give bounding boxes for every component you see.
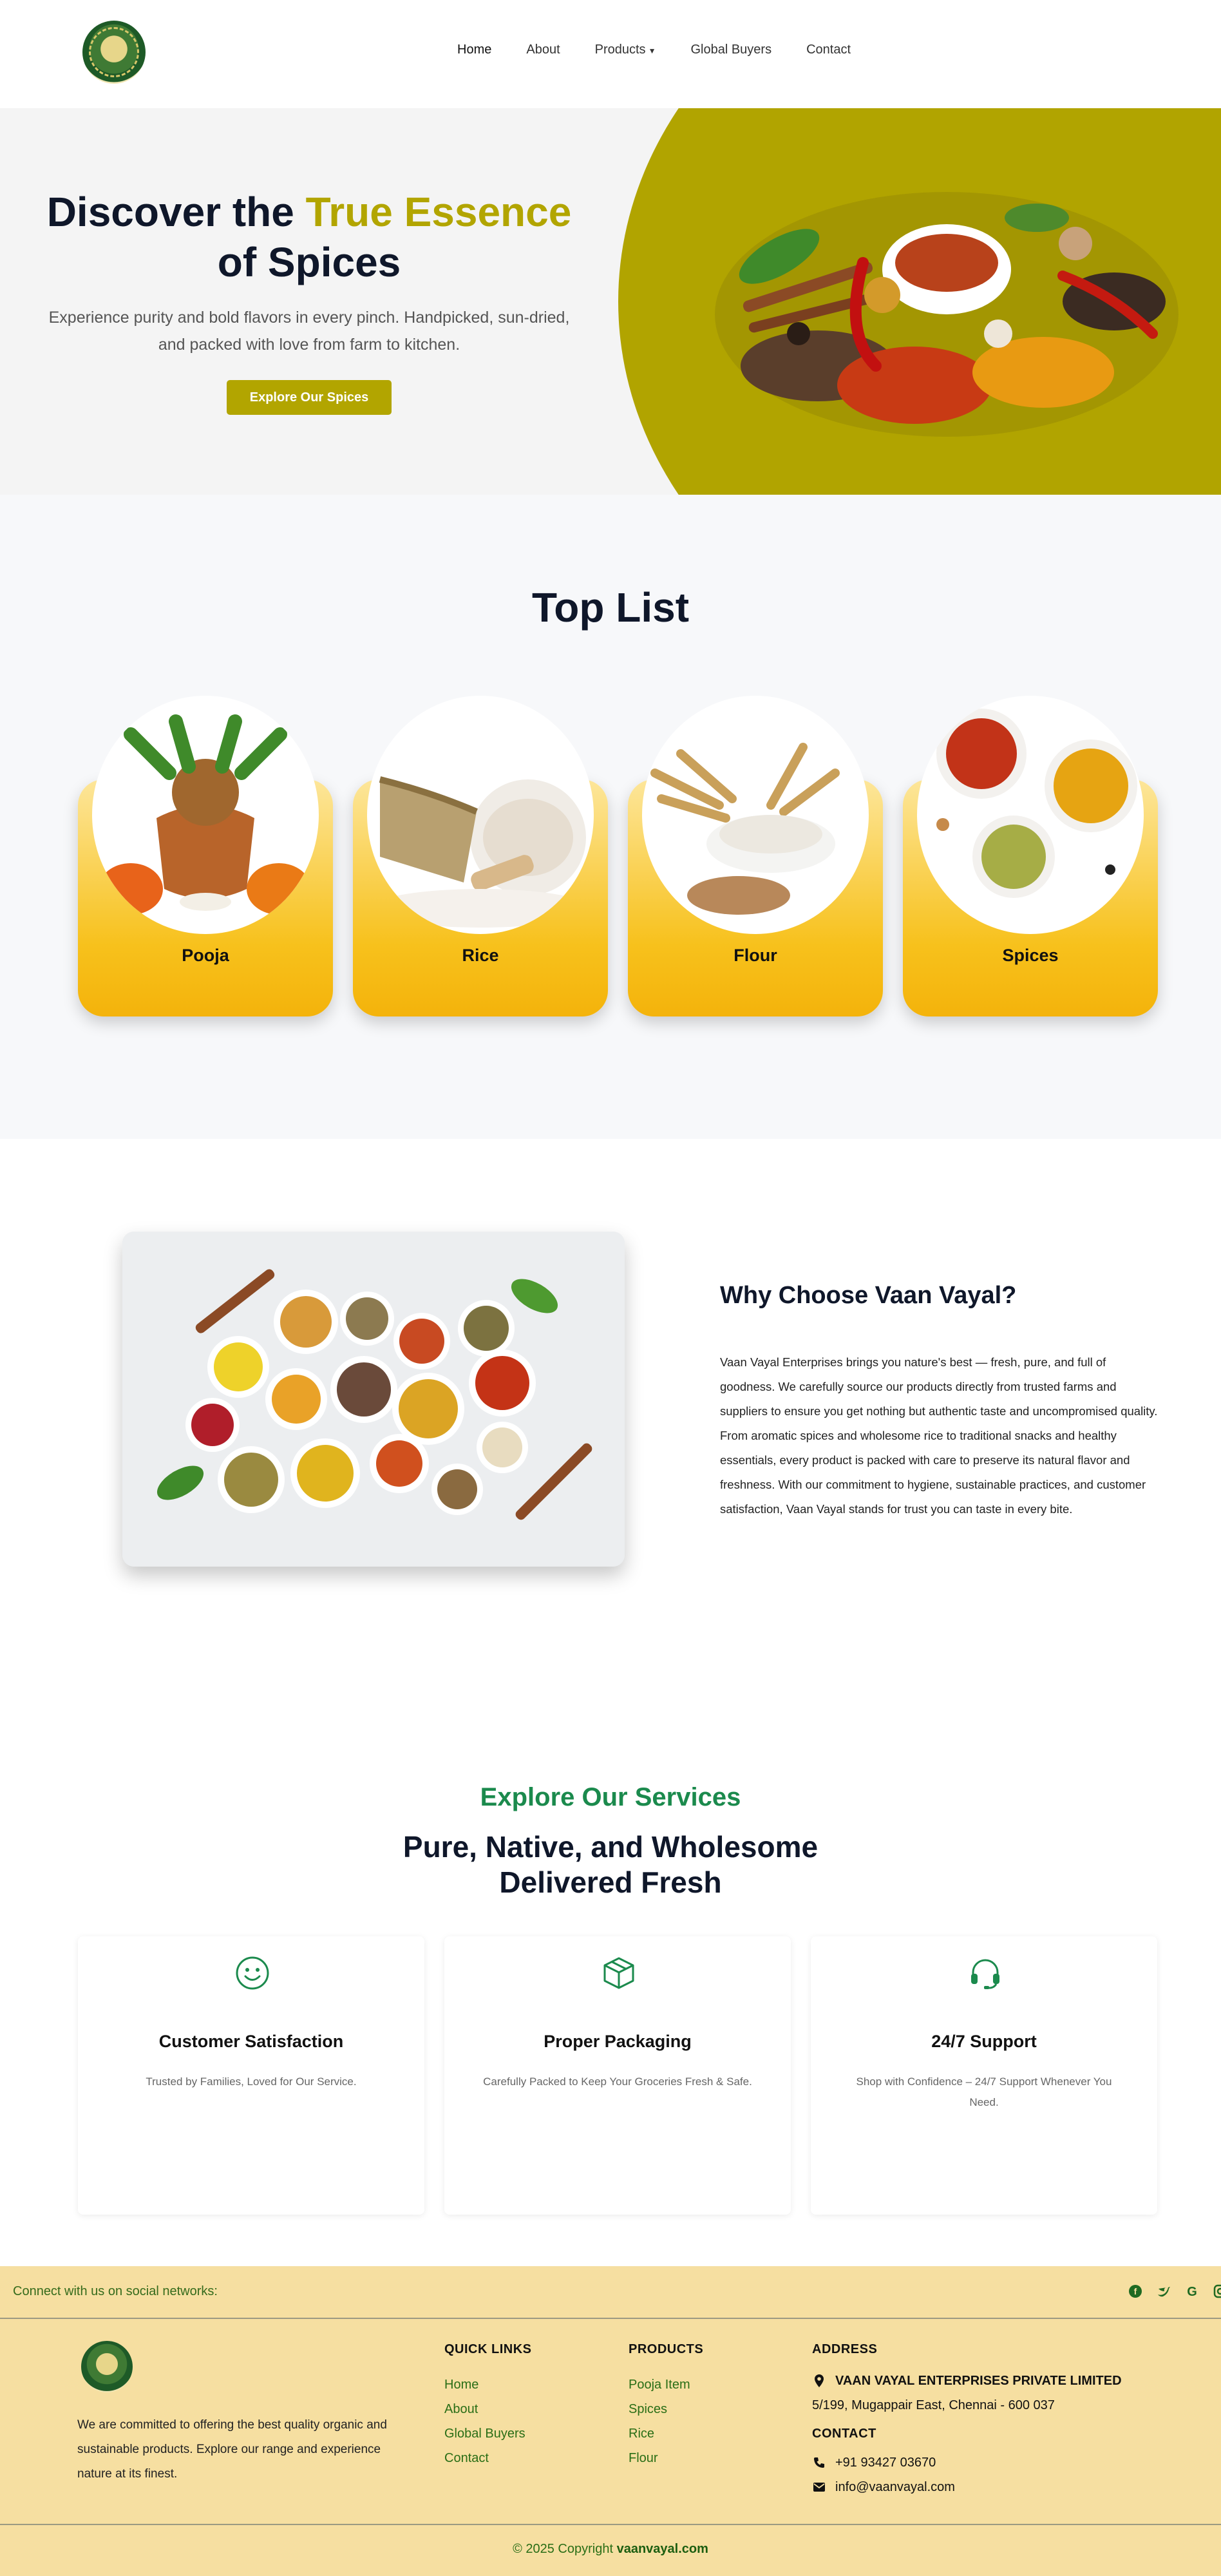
- services-section: Explore Our Services Pure, Native, and W…: [0, 1719, 1221, 2266]
- footer-link-contact[interactable]: Contact: [444, 2446, 532, 2470]
- services-title: Pure, Native, and Wholesome Delivered Fr…: [402, 1830, 819, 1899]
- category-card-spices[interactable]: Spices: [903, 696, 1158, 1016]
- instagram-icon[interactable]: [1212, 2283, 1221, 2300]
- map-pin-icon: [812, 2374, 826, 2388]
- nav-about[interactable]: About: [526, 43, 560, 57]
- headset-icon: [971, 1959, 999, 1989]
- footer-link-about[interactable]: About: [444, 2397, 532, 2421]
- address-text: 5/199, Mugappair East, Chennai - 600 037: [812, 2398, 1055, 2412]
- why-choose-section: Why Choose Vaan Vayal? Vaan Vayal Enterp…: [0, 1139, 1221, 1719]
- envelope-icon: [812, 2482, 826, 2492]
- company-name: VAAN VAYAL ENTERPRISES PRIVATE LIMITED: [835, 2374, 1122, 2388]
- service-desc: Shop with Confidence – 24/7 Support When…: [856, 2075, 1112, 2108]
- footer-logo[interactable]: [81, 2341, 133, 2392]
- nav-products[interactable]: Products ▼: [595, 43, 656, 57]
- nav-home[interactable]: Home: [457, 43, 491, 57]
- explore-spices-button[interactable]: Explore Our Spices: [227, 380, 392, 415]
- service-name: Customer Satisfaction: [158, 2032, 344, 2051]
- category-card-rice[interactable]: Rice: [353, 696, 608, 1016]
- footer-product-rice[interactable]: Rice: [629, 2421, 703, 2446]
- brand-logo[interactable]: [82, 21, 146, 84]
- email-line: info@vaanvayal.com: [812, 2475, 1122, 2499]
- card-label-spices: Spices: [1002, 946, 1059, 965]
- copyright-text: © 2025 Copyright: [513, 2542, 617, 2556]
- top-list-section: Top List Pooja Rice Flour Spices: [0, 495, 1221, 1139]
- box-icon: [603, 1957, 634, 1989]
- footer-link-global-buyers[interactable]: Global Buyers: [444, 2421, 532, 2446]
- footer-product-pooja[interactable]: Pooja Item: [629, 2372, 703, 2397]
- why-title: Why Choose Vaan Vayal?: [720, 1282, 1017, 1309]
- hero-section: Discover the True Essence of Spices Expe…: [0, 108, 1221, 495]
- top-navbar: Home About Products ▼ Global Buyers Conta…: [0, 0, 1221, 108]
- footer-about: We are committed to offering the best qu…: [77, 2418, 387, 2481]
- smile-icon: [236, 1956, 269, 1990]
- social-bar: Connect with us on social networks: f G: [0, 2266, 1221, 2319]
- hero-title-part1: Discover the: [46, 189, 306, 235]
- card-label-flour: Flour: [734, 946, 777, 965]
- rice-image: [367, 696, 594, 934]
- nav-menu: Home About Products ▼ Global Buyers Conta…: [457, 43, 885, 57]
- services-kicker: Explore Our Services: [480, 1783, 741, 1811]
- category-card-pooja[interactable]: Pooja: [78, 696, 333, 1016]
- contact-heading: CONTACT: [812, 2427, 876, 2441]
- hero-subtitle: Experience purity and bold flavors in ev…: [48, 309, 570, 354]
- top-list-title: Top List: [531, 584, 690, 631]
- service-desc: Trusted by Families, Loved for Our Servi…: [146, 2075, 357, 2088]
- footer-link-home[interactable]: Home: [444, 2372, 532, 2397]
- phone-line: +91 93427 03670: [812, 2450, 1122, 2475]
- service-name: 24/7 Support: [931, 2032, 1037, 2051]
- email-address[interactable]: info@vaanvayal.com: [835, 2475, 955, 2499]
- hero-title-part2: of Spices: [217, 239, 401, 285]
- quick-links-heading: QUICK LINKS: [444, 2342, 532, 2356]
- flour-image: [642, 696, 869, 934]
- svg-text:G: G: [1187, 2285, 1197, 2298]
- copyright-bar: © 2025 Copyright vaanvayal.com: [0, 2524, 1221, 2576]
- card-label-pooja: Pooja: [182, 946, 229, 965]
- phone-number[interactable]: +91 93427 03670: [835, 2450, 936, 2475]
- nav-contact[interactable]: Contact: [806, 43, 851, 57]
- phone-icon: [812, 2456, 826, 2469]
- service-card-satisfaction: Customer Satisfaction Trusted by Familie…: [78, 1936, 424, 2215]
- service-card-packaging: Proper Packaging Carefully Packed to Kee…: [444, 1936, 791, 2215]
- hero-title: Discover the True Essence of Spices: [26, 187, 592, 287]
- company-line: VAAN VAYAL ENTERPRISES PRIVATE LIMITED: [812, 2369, 1122, 2393]
- service-desc: Carefully Packed to Keep Your Groceries …: [483, 2075, 752, 2088]
- footer-address: ADDRESS VAAN VAYAL ENTERPRISES PRIVATE L…: [812, 2342, 1122, 2499]
- footer-product-flour[interactable]: Flour: [629, 2446, 703, 2470]
- google-icon[interactable]: G: [1184, 2283, 1200, 2300]
- copyright-site-link[interactable]: vaanvayal.com: [617, 2542, 708, 2556]
- spices-image: [917, 696, 1144, 934]
- nav-products-label: Products: [594, 43, 646, 57]
- service-card-support: 24/7 Support Shop with Confidence – 24/7…: [811, 1936, 1157, 2215]
- hero-spices-image: [715, 192, 1178, 437]
- chevron-down-icon: ▼: [648, 46, 656, 55]
- twitter-icon[interactable]: [1155, 2283, 1172, 2300]
- facebook-icon[interactable]: f: [1127, 2283, 1144, 2300]
- service-name: Proper Packaging: [544, 2032, 692, 2051]
- category-card-flour[interactable]: Flour: [628, 696, 883, 1016]
- products-heading: PRODUCTS: [629, 2342, 704, 2356]
- nav-global-buyers[interactable]: Global Buyers: [690, 43, 771, 57]
- social-icons: f G: [1127, 2283, 1221, 2300]
- hero-title-accent: True Essence: [305, 189, 572, 235]
- spice-bowls-image: [122, 1232, 625, 1567]
- footer: We are committed to offering the best qu…: [0, 2319, 1221, 2524]
- footer-quick-links: QUICK LINKS Home About Global Buyers Con…: [444, 2342, 532, 2470]
- address-heading: ADDRESS: [812, 2342, 878, 2356]
- card-label-rice: Rice: [462, 946, 499, 965]
- footer-product-spices[interactable]: Spices: [629, 2397, 703, 2421]
- footer-products: PRODUCTS Pooja Item Spices Rice Flour: [629, 2342, 703, 2470]
- logo-ring: [89, 27, 139, 77]
- why-description: Vaan Vayal Enterprises brings you nature…: [720, 1355, 1158, 1516]
- svg-text:f: f: [1134, 2286, 1137, 2296]
- pooja-image: [92, 696, 319, 934]
- social-text: Connect with us on social networks:: [13, 2284, 218, 2298]
